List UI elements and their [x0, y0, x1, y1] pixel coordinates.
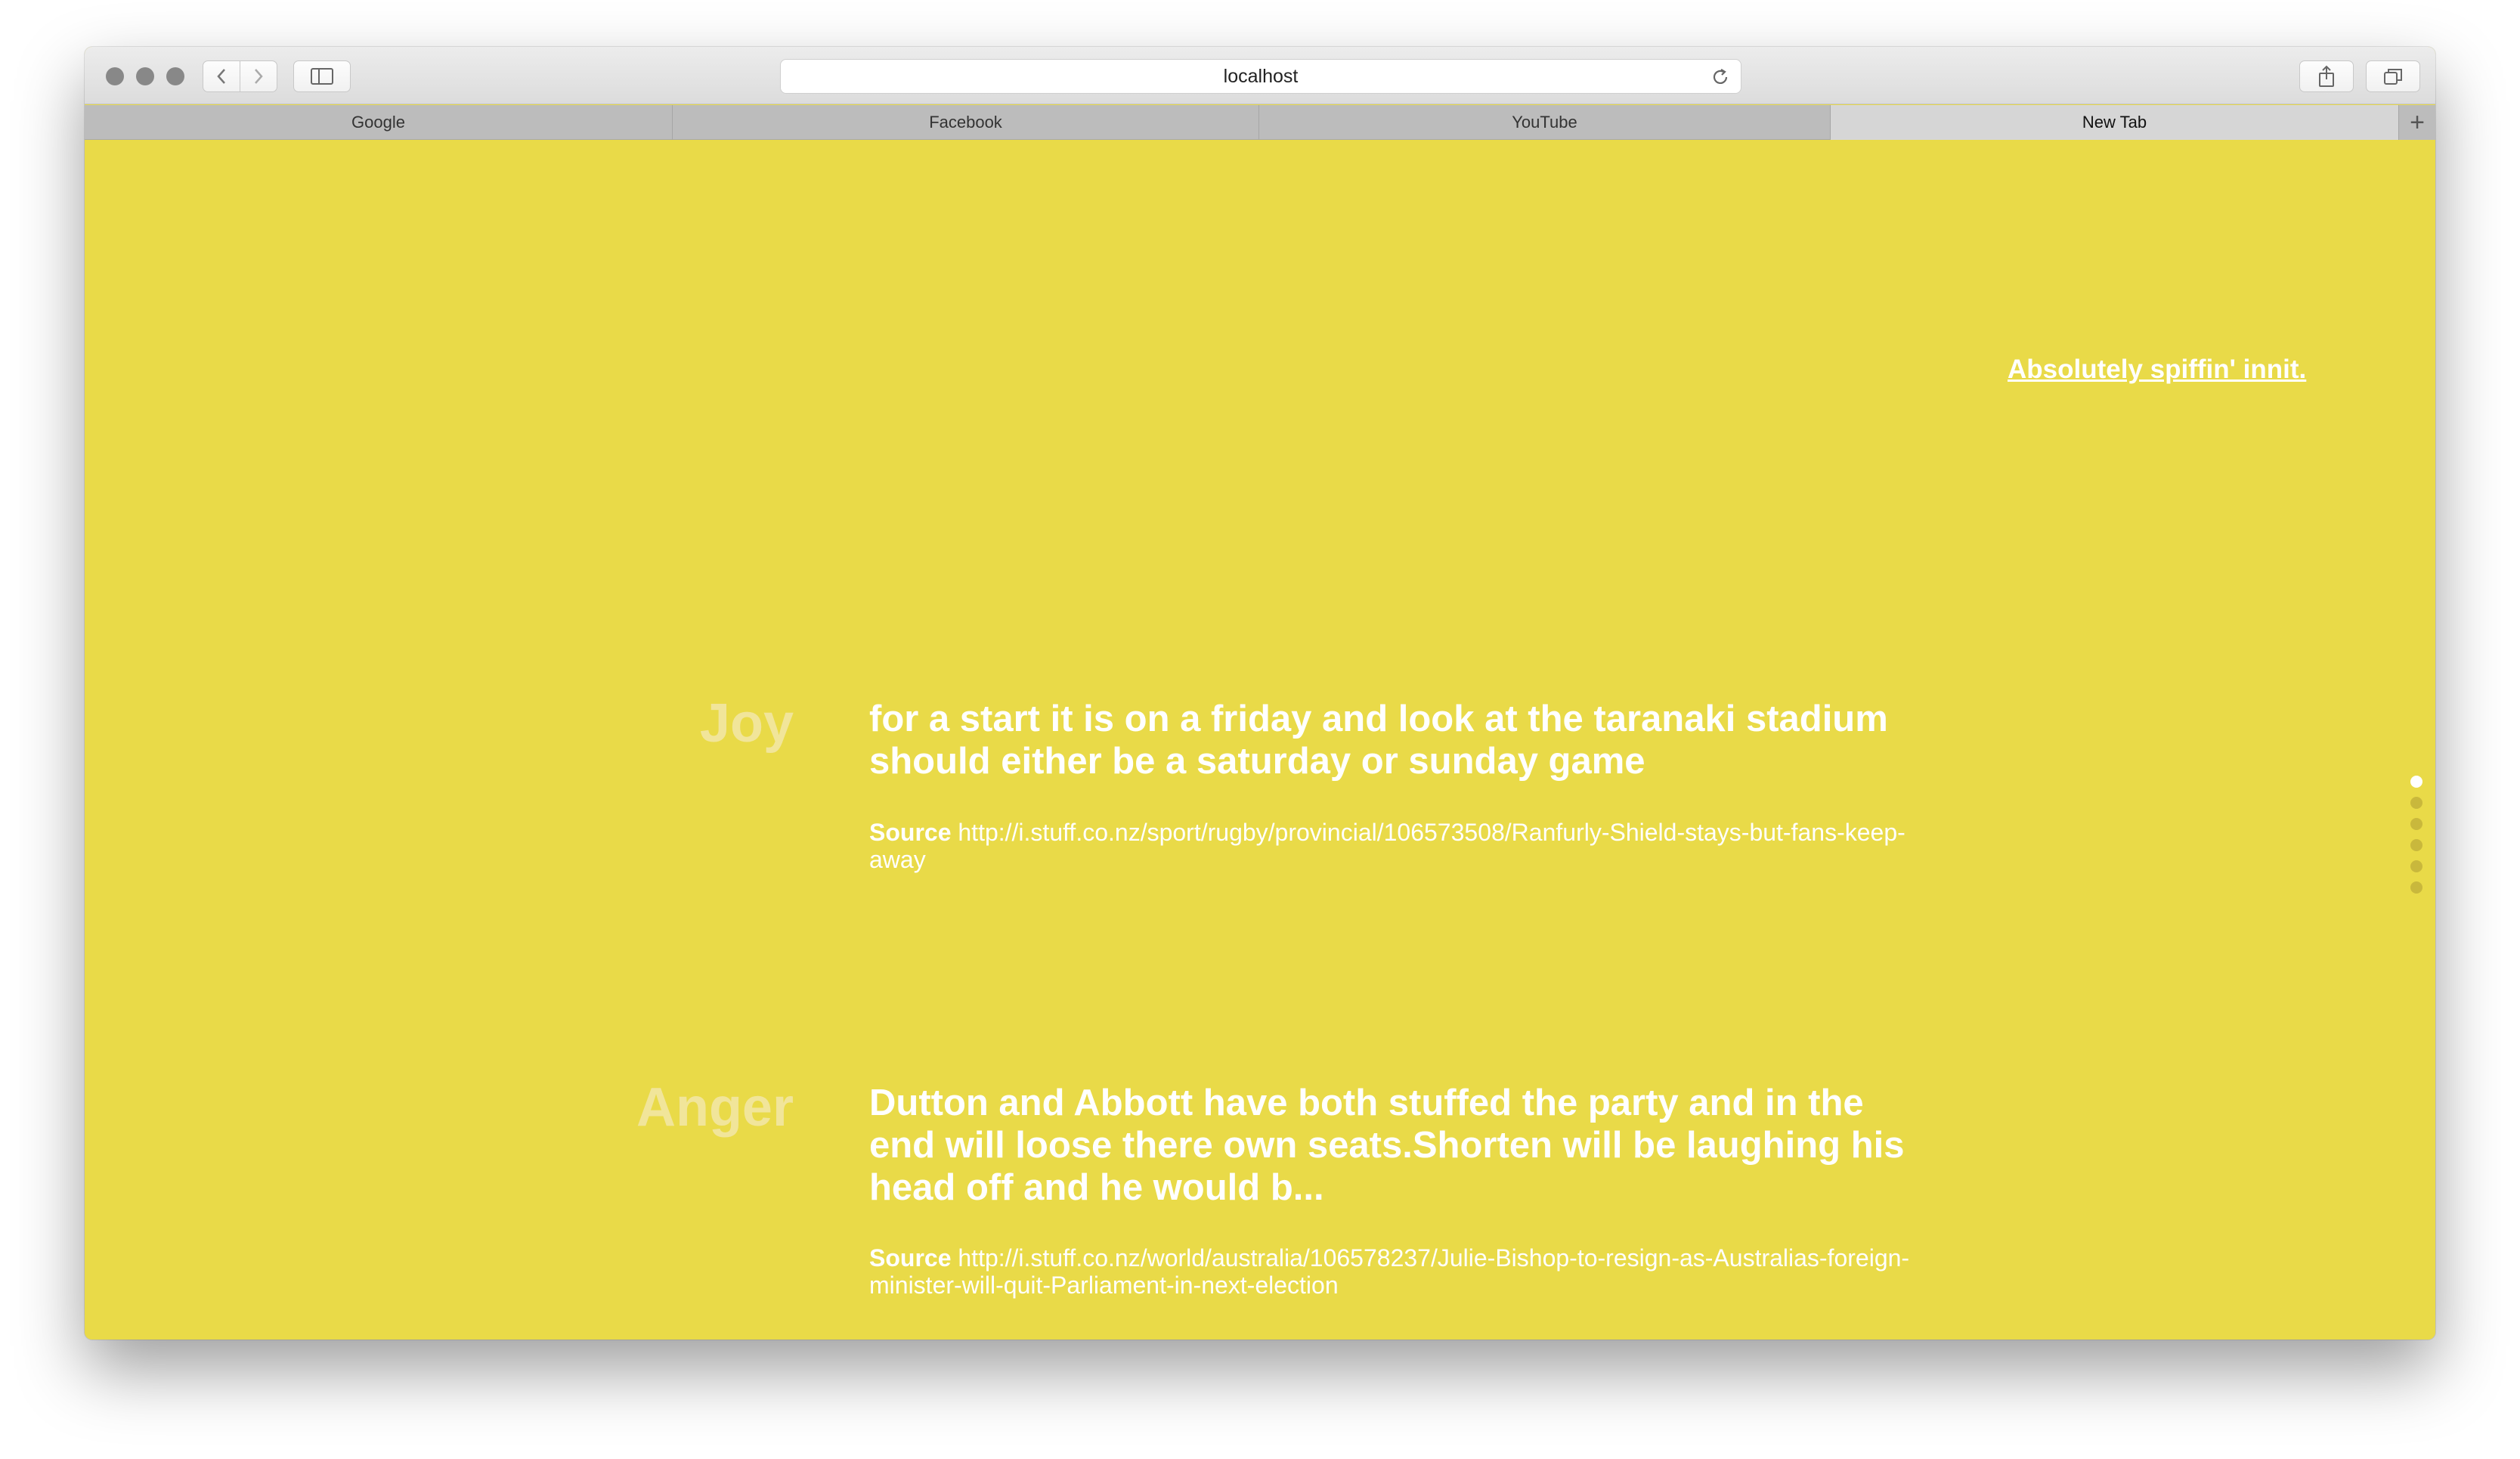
pagination-dot[interactable] — [2410, 797, 2422, 809]
browser-window: localhost Google Facebook YouTube New Ta… — [85, 47, 2435, 1340]
share-button[interactable] — [2299, 60, 2354, 92]
tab-label: Facebook — [929, 113, 1002, 132]
sidebar-icon — [311, 68, 333, 85]
source-label: Source — [869, 819, 952, 846]
tab-label: Google — [351, 113, 405, 132]
tab-google[interactable]: Google — [85, 105, 673, 140]
tab-facebook[interactable]: Facebook — [673, 105, 1259, 140]
emotion-label: Joy — [699, 693, 794, 754]
address-url: localhost — [1223, 65, 1299, 87]
sidebar-toggle-button[interactable] — [293, 60, 351, 92]
show-tabs-button[interactable] — [2366, 60, 2420, 92]
source-url: http://i.stuff.co.nz/sport/rugby/provinc… — [869, 819, 1905, 873]
tab-bar: Google Facebook YouTube New Tab + — [85, 105, 2435, 140]
browser-toolbar: localhost — [85, 47, 2435, 104]
pagination-dot[interactable] — [2410, 818, 2422, 830]
back-button[interactable] — [203, 60, 240, 92]
comment-quote: for a start it is on a friday and look a… — [869, 699, 1888, 782]
reload-button[interactable] — [1707, 64, 1733, 90]
zoom-window-button[interactable] — [166, 67, 184, 85]
section-pagination — [2410, 776, 2424, 903]
plus-icon: + — [2410, 107, 2425, 137]
chevron-right-icon — [255, 69, 263, 84]
pagination-dot[interactable] — [2410, 776, 2422, 788]
tab-youtube[interactable]: YouTube — [1259, 105, 1831, 140]
tagline-link[interactable]: Absolutely spiffin' innit. — [2008, 355, 2306, 385]
tabs-overview-icon — [2384, 69, 2402, 85]
tab-label: YouTube — [1512, 113, 1577, 132]
pagination-dot[interactable] — [2410, 860, 2422, 872]
forward-button[interactable] — [240, 60, 277, 92]
tab-new-tab[interactable]: New Tab — [1831, 105, 2399, 140]
source-line: Source http://i.stuff.co.nz/sport/rugby/… — [869, 819, 1927, 873]
emotion-label: Anger — [636, 1077, 794, 1138]
chevron-left-icon — [217, 69, 225, 84]
address-bar[interactable]: localhost — [780, 59, 1741, 94]
source-url: http://i.stuff.co.nz/world/australia/106… — [869, 1244, 1910, 1299]
page-content: Absolutely spiffin' innit. Joy for a sta… — [85, 141, 2435, 1340]
source-line: Source http://i.stuff.co.nz/world/austra… — [869, 1244, 1927, 1299]
minimize-window-button[interactable] — [136, 67, 154, 85]
pagination-dot[interactable] — [2410, 881, 2422, 894]
source-label: Source — [869, 1244, 952, 1272]
pagination-dot[interactable] — [2410, 839, 2422, 851]
reload-icon — [1713, 69, 1728, 84]
share-icon — [2319, 65, 2334, 87]
tab-label: New Tab — [2082, 113, 2147, 132]
comment-quote: Dutton and Abbott have both stuffed the … — [869, 1083, 1905, 1208]
close-window-button[interactable] — [106, 67, 124, 85]
new-tab-button[interactable]: + — [2399, 105, 2435, 140]
